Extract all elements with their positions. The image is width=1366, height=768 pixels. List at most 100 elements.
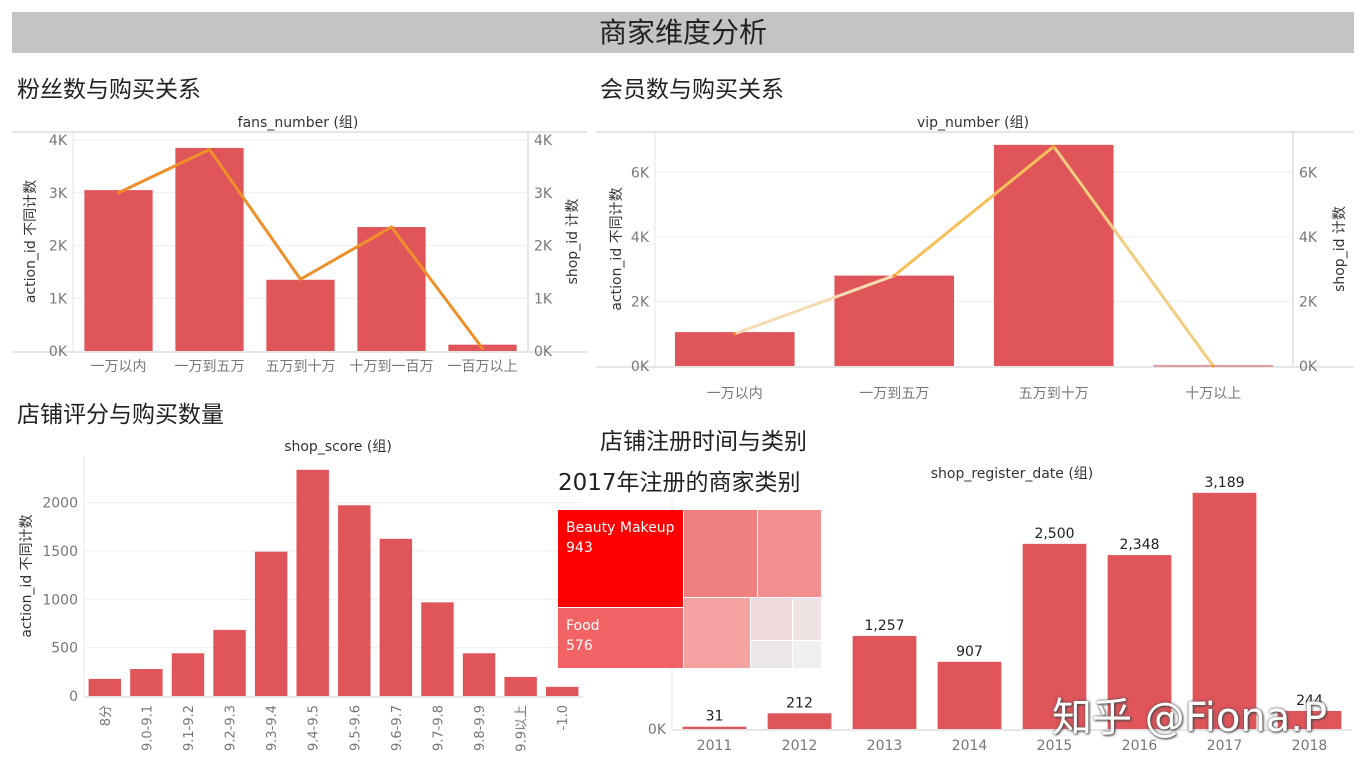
x-tick-label: 9.9以上 <box>515 705 530 752</box>
x-tick-label: 一万到五万 <box>859 386 929 402</box>
x-tick-label: 一百万以上 <box>448 359 518 375</box>
y-tick-label: 500 <box>51 641 78 657</box>
line-point <box>117 191 120 195</box>
x-tick-label: -1.0 <box>556 705 571 730</box>
data-label: 31 <box>706 709 724 725</box>
bar <box>130 669 163 696</box>
bar <box>84 190 153 351</box>
x-tick-label: 2014 <box>952 738 988 754</box>
x-tick-label: 一万以内 <box>707 386 763 402</box>
treemap-cell[interactable] <box>793 598 821 640</box>
x-tick-label: 9.7-9.8 <box>431 705 446 751</box>
line-point <box>481 346 484 350</box>
x-tick-label: 9.5-9.6 <box>348 705 363 751</box>
y-tick-label: 2000 <box>42 496 78 512</box>
y2-tick-label: 3K <box>534 186 553 202</box>
bar <box>937 661 1002 729</box>
chart-title: shop_register_date (组) <box>931 466 1094 482</box>
treemap-value: 576 <box>566 638 593 654</box>
bar <box>504 676 537 696</box>
y2-tick-label: 0K <box>1299 359 1318 375</box>
x-tick-label: 9.8-9.9 <box>473 705 488 751</box>
x-tick-label: 2011 <box>697 738 733 754</box>
bar <box>421 602 454 696</box>
treemap-cell[interactable] <box>793 641 821 668</box>
treemap-cell[interactable]: Food 576 <box>558 608 683 668</box>
x-tick-label: 五万到十万 <box>266 359 336 375</box>
y2-tick-label: 1K <box>534 291 553 307</box>
y-tick-label: 1500 <box>42 544 78 560</box>
charts-canvas: fans_number (组) 0K 0K 1K 1K 2K 2K 3K 3K 4K 4K actio… <box>12 115 1354 754</box>
data-label: 212 <box>786 695 813 711</box>
treemap-cell[interactable]: Beauty Makeup 943 <box>558 510 683 607</box>
x-tick-label: 一万到五万 <box>175 359 245 375</box>
y2-tick-label: 2K <box>1299 294 1318 310</box>
bar <box>834 275 955 366</box>
bar <box>852 635 917 729</box>
bar <box>674 332 795 366</box>
x-tick-label: 五万到十万 <box>1019 386 1089 402</box>
y-tick-label: 0K <box>648 722 667 738</box>
y2-tick-label: 4K <box>1299 230 1318 246</box>
bar <box>379 538 413 696</box>
y-axis-title: action_id 不同计数 <box>23 180 39 303</box>
chart-title: fans_number (组) <box>238 115 359 131</box>
y-tick-label: 1000 <box>42 592 78 608</box>
x-tick-label: 9.0-9.1 <box>140 705 155 751</box>
bar <box>338 505 371 696</box>
bar <box>296 469 329 696</box>
bar <box>171 653 205 696</box>
data-label: 2,500 <box>1034 526 1074 542</box>
bar <box>266 279 335 351</box>
y-tick-label: 3K <box>49 186 68 202</box>
x-tick-label: 一万以内 <box>91 359 147 375</box>
data-label: 3,189 <box>1204 475 1244 491</box>
chart-title: shop_score (组) <box>284 439 392 455</box>
y-tick-label: 0K <box>49 344 68 360</box>
x-tick-label: 9.6-9.7 <box>390 705 405 751</box>
bar <box>88 678 122 696</box>
bar <box>682 726 747 729</box>
bar <box>357 227 426 351</box>
treemap-cell[interactable] <box>751 641 792 668</box>
bar <box>254 551 288 696</box>
bar <box>462 653 496 696</box>
bar <box>175 147 244 351</box>
data-label: 2,348 <box>1119 537 1159 553</box>
y-tick-label: 6K <box>631 165 650 181</box>
treemap-cell[interactable] <box>751 598 792 640</box>
x-tick-label: 十万以上 <box>1185 386 1241 402</box>
y-tick-label: 4K <box>49 133 68 149</box>
treemap-cell[interactable] <box>684 598 750 668</box>
x-tick-label: 9.1-9.2 <box>182 705 197 751</box>
y2-axis-title: shop_id 计数 <box>565 199 581 285</box>
watermark: 知乎 @Fiona.P <box>1052 695 1328 741</box>
y-axis-title: action_id 不同计数 <box>609 187 625 310</box>
x-tick-label: 9.3-9.4 <box>265 705 280 751</box>
x-tick-label: 9.2-9.3 <box>224 705 239 751</box>
treemap-title: 2017年注册的商家类别 <box>558 463 801 497</box>
y-tick-label: 0K <box>631 359 650 375</box>
line-point <box>299 277 302 281</box>
treemap-cell[interactable] <box>758 510 821 597</box>
treemap-value: 943 <box>566 540 593 556</box>
y-tick-label: 1K <box>49 291 68 307</box>
data-label: 907 <box>956 644 983 660</box>
y-tick-label: 0 <box>69 689 78 705</box>
chart-title: vip_number (组) <box>917 115 1029 131</box>
x-tick-label: 2013 <box>867 738 903 754</box>
y2-tick-label: 4K <box>534 133 553 149</box>
y2-tick-label: 2K <box>534 239 553 255</box>
x-tick-label: 8分 <box>99 705 114 726</box>
line-point <box>733 332 737 336</box>
y-tick-label: 2K <box>631 294 650 310</box>
treemap-label: Food <box>566 618 600 634</box>
line-point <box>1211 364 1215 368</box>
y2-axis-title: shop_id 计数 <box>1332 206 1348 292</box>
y2-tick-label: 0K <box>534 344 553 360</box>
treemap-cell[interactable] <box>684 510 757 597</box>
bar <box>213 629 246 696</box>
bar <box>545 686 579 696</box>
line-point <box>1052 144 1056 148</box>
y-tick-label: 2K <box>49 239 68 255</box>
